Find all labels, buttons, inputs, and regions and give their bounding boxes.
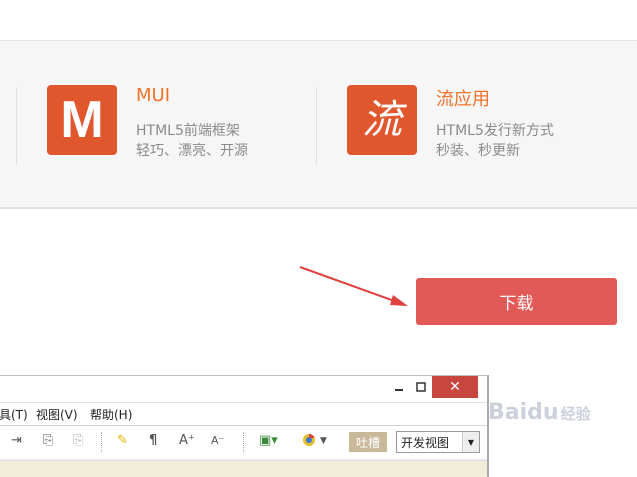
- toolbar: ⇥ ⎘ ⎘ ✎ ¶ A⁺ A⁻ ▣▾ ▼ 吐槽 开发视图 ▼: [0, 426, 487, 458]
- toolbar-separator: [243, 432, 245, 452]
- highlighter-icon[interactable]: ✎: [117, 433, 128, 449]
- download-button[interactable]: 下载: [416, 278, 617, 325]
- pilcrow-icon[interactable]: ¶: [149, 433, 157, 449]
- feature-title-liu[interactable]: 流应用: [436, 85, 490, 111]
- editor-tabbar: [0, 460, 487, 477]
- menu-tools[interactable]: 具(T): [0, 406, 28, 423]
- menu-help[interactable]: 帮助(H): [90, 406, 132, 423]
- minimize-icon[interactable]: [388, 376, 410, 398]
- font-increase-icon[interactable]: A⁺: [179, 433, 195, 449]
- feature-band: M MUI HTML5前端框架 轻巧、漂亮、开源 流 流应用 HTML5发行新方…: [0, 40, 637, 209]
- close-icon[interactable]: ✕: [432, 376, 478, 398]
- import-icon[interactable]: ⎘: [73, 433, 83, 449]
- chevron-down-icon[interactable]: ▼: [462, 432, 479, 452]
- window-titlebar: ✕: [0, 376, 487, 403]
- run-page-icon[interactable]: ▣▾: [259, 433, 278, 449]
- view-select[interactable]: 开发视图 ▼: [396, 431, 480, 453]
- toolbar-separator: [101, 432, 103, 452]
- divider-middle: [316, 87, 317, 165]
- browser-dropdown-icon[interactable]: ▼: [320, 433, 327, 449]
- step-into-icon[interactable]: ⇥: [11, 433, 22, 449]
- font-decrease-icon[interactable]: A⁻: [211, 433, 224, 449]
- view-select-value: 开发视图: [401, 436, 450, 450]
- red-arrow-icon: [299, 266, 408, 306]
- export-icon[interactable]: ⎘: [43, 433, 53, 449]
- app-window: ✕ 具(T) 视图(V) 帮助(H) ⇥ ⎘ ⎘ ✎ ¶ A⁺ A⁻ ▣▾ ▼ …: [0, 375, 489, 477]
- top-strip: [0, 0, 637, 40]
- liu-logo-icon[interactable]: 流: [347, 85, 417, 155]
- m-logo-icon[interactable]: M: [47, 85, 117, 155]
- browser-icon[interactable]: [302, 433, 316, 452]
- menubar: 具(T) 视图(V) 帮助(H): [0, 403, 487, 426]
- feature-desc-mui-line1: HTML5前端框架: [136, 123, 240, 139]
- download-button-label: 下载: [499, 294, 534, 314]
- liu-logo-glyph: 流: [362, 97, 402, 143]
- watermark: Baidu 经验: [488, 400, 591, 425]
- feature-title-mui[interactable]: MUI: [136, 85, 170, 106]
- menu-view[interactable]: 视图(V): [36, 406, 78, 423]
- divider-left: [16, 87, 17, 165]
- feature-desc-liu-line1: HTML5发行新方式: [436, 123, 554, 139]
- tucao-button[interactable]: 吐槽: [349, 432, 387, 452]
- feature-desc-mui-line2: 轻巧、漂亮、开源: [136, 143, 248, 159]
- maximize-icon[interactable]: [410, 376, 432, 398]
- watermark-text: Baidu: [488, 400, 559, 425]
- watermark-suffix: 经验: [560, 405, 591, 423]
- m-logo-glyph: M: [60, 91, 104, 149]
- feature-desc-liu-line2: 秒装、秒更新: [436, 143, 520, 159]
